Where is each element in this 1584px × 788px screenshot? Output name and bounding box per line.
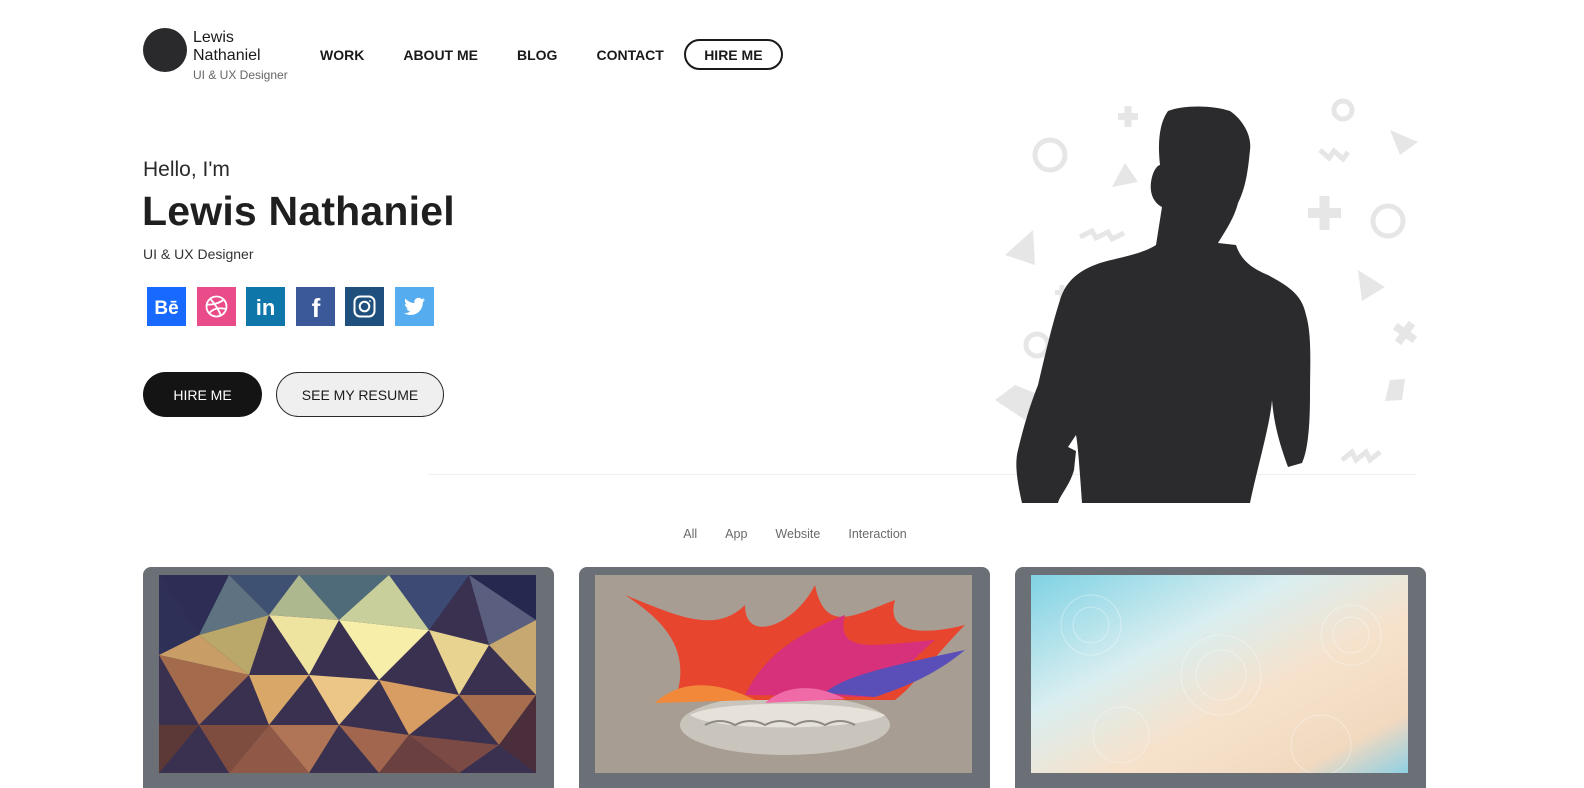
- brand[interactable]: Lewis Nathaniel UI & UX Designer: [143, 28, 288, 83]
- portfolio-image-low-poly: [159, 575, 536, 773]
- portfolio-image-pastel-mandala: [1031, 575, 1408, 773]
- behance-icon[interactable]: Bē: [147, 287, 186, 326]
- hero-role: UI & UX Designer: [143, 246, 254, 262]
- svg-text:in: in: [256, 295, 276, 320]
- svg-text:Bē: Bē: [154, 298, 178, 319]
- hero-hire-me-button[interactable]: HIRE ME: [143, 372, 262, 417]
- dribbble-icon[interactable]: [196, 287, 236, 326]
- nav-item-work[interactable]: WORK: [320, 40, 364, 70]
- brand-name: Lewis Nathaniel: [193, 29, 261, 64]
- filter-interaction[interactable]: Interaction: [848, 527, 906, 541]
- portfolio-card[interactable]: [1015, 567, 1426, 788]
- filter-app[interactable]: App: [725, 527, 747, 541]
- portfolio-card[interactable]: [579, 567, 990, 788]
- nav-item-blog[interactable]: BLOG: [517, 40, 557, 70]
- hero-greeting: Hello, I'm: [143, 158, 230, 181]
- brand-text: Lewis Nathaniel UI & UX Designer: [193, 29, 288, 83]
- svg-text:f: f: [311, 293, 320, 323]
- avatar: [143, 28, 187, 72]
- hero-name: Lewis Nathaniel: [142, 188, 455, 234]
- nav-hire-me-button[interactable]: HIRE ME: [683, 39, 783, 70]
- portfolio-card[interactable]: [143, 567, 554, 788]
- brand-role: UI & UX Designer: [193, 68, 288, 82]
- nav-item-about-me[interactable]: ABOUT ME: [403, 40, 478, 70]
- portfolio-image-paint-brain: [595, 575, 972, 773]
- main-nav: WORK ABOUT ME BLOG CONTACT HIRE ME: [320, 39, 783, 70]
- portfolio-filters: All App Website Interaction: [0, 527, 1584, 541]
- facebook-icon[interactable]: f: [295, 287, 335, 326]
- linkedin-icon[interactable]: in: [246, 287, 285, 326]
- filter-all[interactable]: All: [683, 527, 697, 541]
- nav-item-contact[interactable]: CONTACT: [596, 40, 663, 70]
- social-links: Bē in f: [147, 287, 444, 326]
- twitter-icon[interactable]: [394, 287, 434, 326]
- see-resume-button[interactable]: SEE MY RESUME: [276, 372, 444, 417]
- filter-website[interactable]: Website: [775, 527, 820, 541]
- instagram-icon[interactable]: [345, 287, 384, 326]
- hero-illustration: [990, 95, 1430, 503]
